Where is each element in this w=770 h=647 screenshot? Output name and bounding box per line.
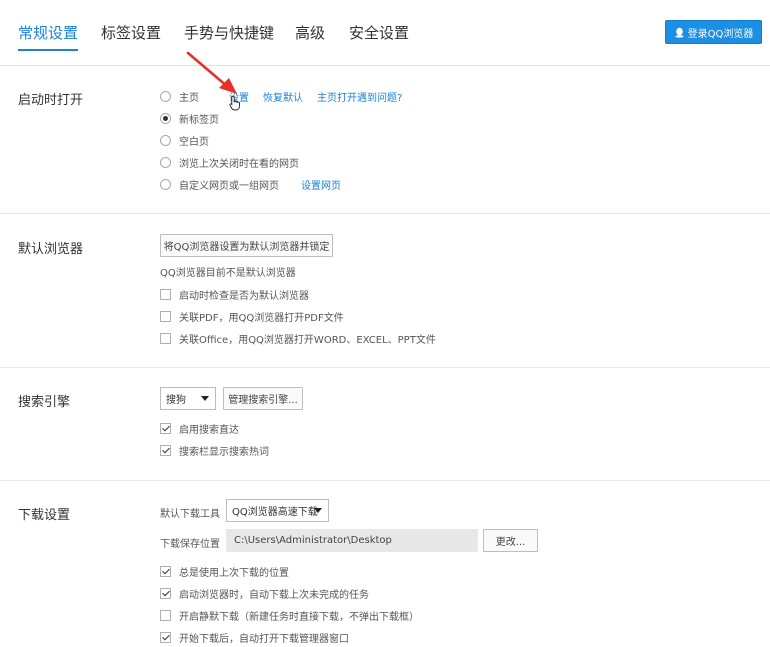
download-section-title: 下载设置 [18, 508, 71, 523]
option-label: 总是使用上次下载的位置 [179, 567, 289, 579]
qq-penguin-icon [674, 27, 684, 38]
startup-option-label: 空白页 [179, 136, 209, 148]
associate-office[interactable]: 关联Office，用QQ浏览器打开WORD、EXCEL、PPT文件 [160, 331, 436, 346]
startup-option-label: 浏览上次关闭时在看的网页 [179, 158, 299, 170]
option-label: 启用搜索直达 [179, 424, 239, 436]
section-divider [0, 480, 770, 481]
option-label: 关联Office，用QQ浏览器打开WORD、EXCEL、PPT文件 [179, 334, 436, 346]
set-pages-link[interactable]: 设置网页 [301, 177, 341, 192]
tab-general[interactable]: 常规设置 [18, 22, 79, 51]
section-divider [0, 367, 770, 368]
associate-pdf[interactable]: 关联PDF，用QQ浏览器打开PDF文件 [160, 309, 344, 324]
download-tool-value: QQ浏览器高速下载 [232, 507, 318, 518]
chevron-down-icon [314, 508, 322, 513]
option-label: 关联PDF，用QQ浏览器打开PDF文件 [179, 312, 344, 324]
chevron-down-icon [201, 396, 209, 401]
startup-option-custom[interactable]: 自定义网页或一组网页 设置网页 [160, 177, 341, 192]
option-label: 搜索栏显示搜索热词 [179, 446, 269, 458]
default-browser-section-title: 默认浏览器 [18, 242, 84, 257]
checkbox-associate-pdf[interactable] [160, 310, 171, 322]
default-browser-status: QQ浏览器目前不是默认浏览器 [160, 268, 296, 279]
checkbox-open-manager[interactable] [160, 631, 171, 643]
change-path-button[interactable]: 更改... [483, 529, 538, 552]
download-tool-select[interactable]: QQ浏览器高速下载 [226, 499, 329, 522]
download-path-field: C:\Users\Administrator\Desktop [226, 529, 478, 552]
checkbox-associate-office[interactable] [160, 332, 171, 344]
download-path-label: 下载保存位置 [160, 539, 220, 550]
login-button[interactable]: 登录QQ浏览器 [665, 20, 762, 44]
manage-search-engines-button[interactable]: 管理搜索引擎... [223, 387, 303, 410]
set-default-browser-button[interactable]: 将QQ浏览器设置为默认浏览器并锁定 [160, 234, 333, 257]
startup-option-last-session[interactable]: 浏览上次关闭时在看的网页 [160, 155, 299, 170]
checkbox-check-default[interactable] [160, 288, 171, 300]
section-divider [0, 213, 770, 214]
startup-section-title: 启动时打开 [18, 93, 84, 108]
option-label: 启动浏览器时，自动下载上次未完成的任务 [179, 589, 369, 601]
checkbox-resume-downloads[interactable] [160, 587, 171, 599]
search-engine-select[interactable]: 搜狗 [160, 387, 216, 410]
homepage-problem-link[interactable]: 主页打开遇到问题? [317, 89, 402, 104]
radio-last-session[interactable] [160, 156, 171, 168]
show-hot-search-words[interactable]: 搜索栏显示搜索热词 [160, 443, 269, 458]
startup-option-blank[interactable]: 空白页 [160, 133, 209, 148]
homepage-settings-link[interactable]: 设置 [229, 89, 249, 104]
login-button-label: 登录QQ浏览器 [687, 28, 754, 40]
checkbox-silent-download[interactable] [160, 609, 171, 621]
radio-blank-page[interactable] [160, 134, 171, 146]
option-label: 开启静默下载（新建任务时直接下载，不弹出下载框） [179, 611, 419, 623]
startup-option-label: 自定义网页或一组网页 [179, 180, 279, 192]
checkbox-search-direct[interactable] [160, 422, 171, 434]
startup-option-label: 新标签页 [179, 114, 219, 126]
checkbox-last-location[interactable] [160, 565, 171, 577]
settings-tab-bar: 常规设置 标签设置 手势与快捷键 高级 安全设置 登录QQ浏览器 [0, 0, 770, 66]
radio-new-tab[interactable] [160, 112, 171, 124]
tab-gestures-shortcuts[interactable]: 手势与快捷键 [184, 22, 274, 49]
download-tool-label: 默认下载工具 [160, 509, 220, 520]
startup-option-homepage[interactable]: 主页 设置 恢复默认 主页打开遇到问题? [160, 89, 402, 104]
search-engine-value: 搜狗 [166, 395, 186, 406]
open-download-manager[interactable]: 开始下载后，自动打开下载管理器窗口 [160, 630, 349, 645]
startup-option-label: 主页 [179, 92, 199, 104]
tab-security[interactable]: 安全设置 [349, 22, 409, 49]
use-last-location[interactable]: 总是使用上次下载的位置 [160, 564, 289, 579]
check-default-on-start[interactable]: 启动时检查是否为默认浏览器 [160, 287, 309, 302]
radio-custom-pages[interactable] [160, 178, 171, 190]
enable-search-direct[interactable]: 启用搜索直达 [160, 421, 239, 436]
option-label: 开始下载后，自动打开下载管理器窗口 [179, 633, 349, 645]
search-section-title: 搜索引擎 [18, 395, 71, 410]
tab-tabs[interactable]: 标签设置 [101, 22, 161, 49]
silent-download[interactable]: 开启静默下载（新建任务时直接下载，不弹出下载框） [160, 608, 419, 623]
resume-unfinished-downloads[interactable]: 启动浏览器时，自动下载上次未完成的任务 [160, 586, 369, 601]
option-label: 启动时检查是否为默认浏览器 [179, 290, 309, 302]
startup-option-new-tab[interactable]: 新标签页 [160, 111, 219, 126]
radio-homepage[interactable] [160, 90, 171, 102]
restore-default-link[interactable]: 恢复默认 [263, 89, 303, 104]
checkbox-hot-words[interactable] [160, 444, 171, 456]
tab-advanced[interactable]: 高级 [295, 22, 325, 49]
